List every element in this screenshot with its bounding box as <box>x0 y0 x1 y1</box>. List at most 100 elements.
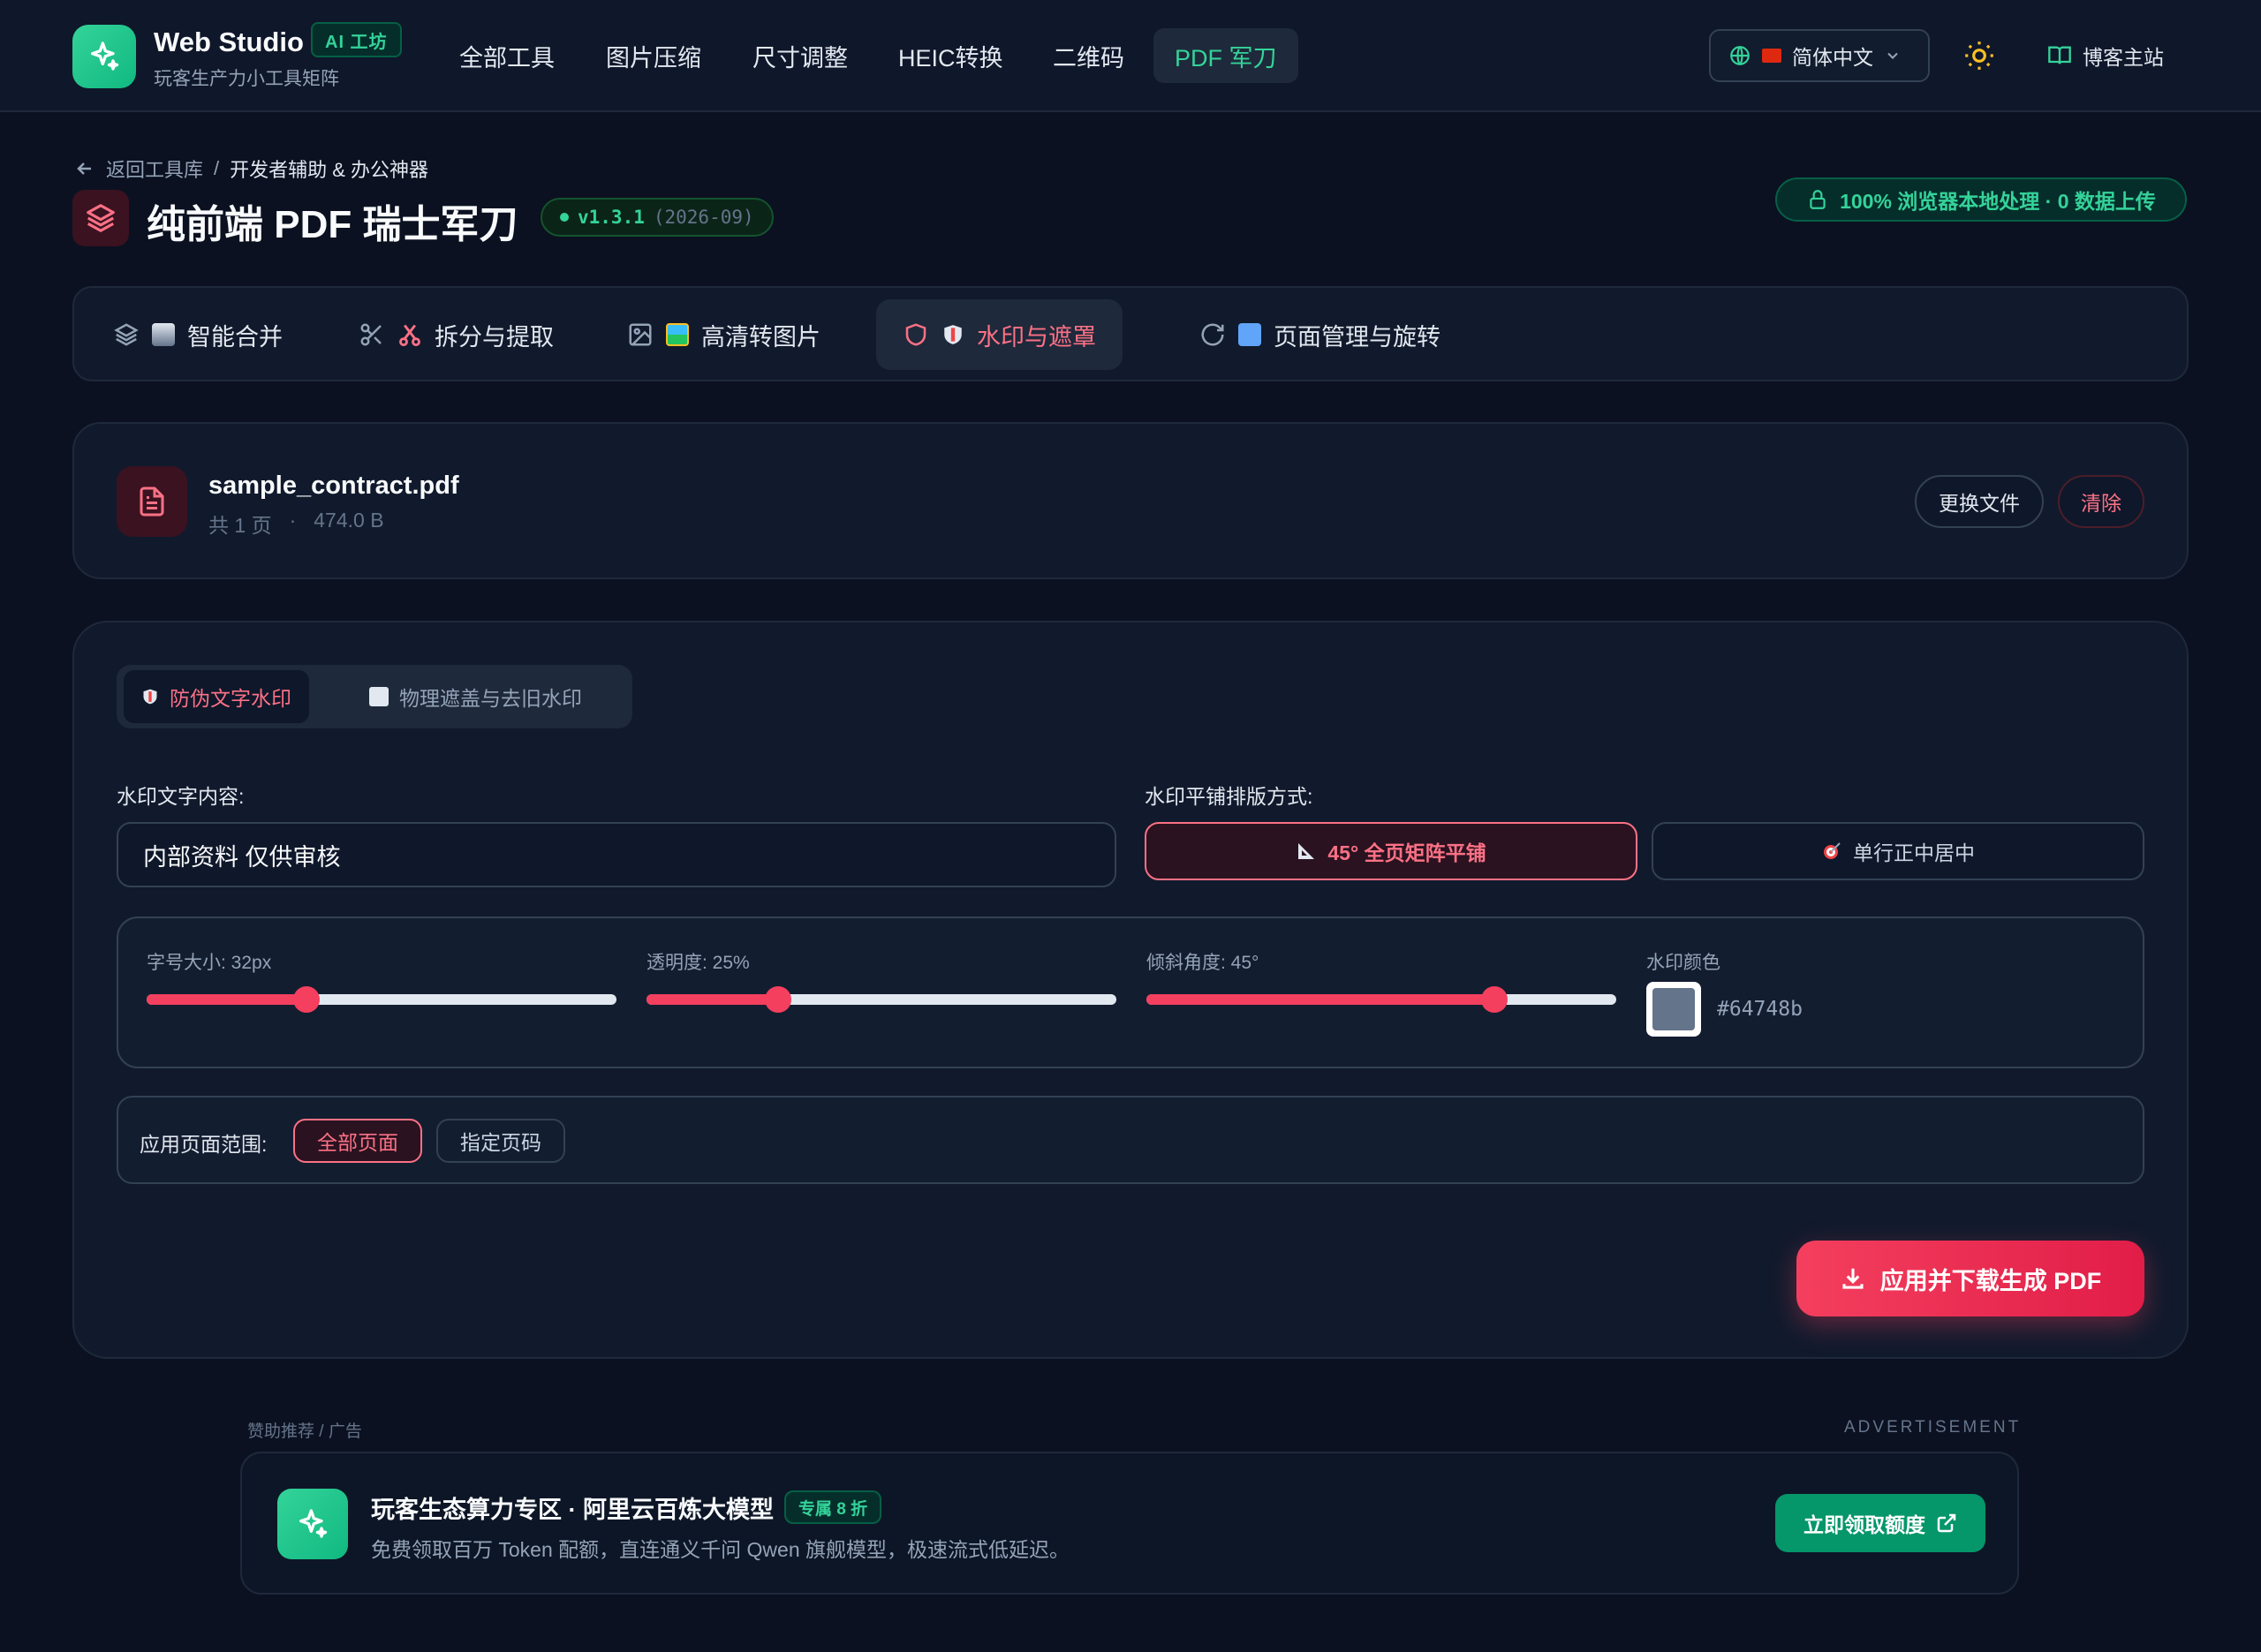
shield-emoji-icon <box>143 689 157 705</box>
ad-tag: 赞助推荐 / 广告 <box>247 1422 362 1441</box>
slider-thumb[interactable] <box>764 986 791 1013</box>
tab-label: 拆分与提取 <box>435 323 554 351</box>
layout-label: 水印平铺排版方式: <box>1145 785 1313 808</box>
color-hex: #64748b <box>1717 998 1803 1021</box>
china-flag-icon <box>1762 49 1781 63</box>
ad-title: 玩客生态算力专区 · 阿里云百炼大模型 <box>371 1497 774 1523</box>
layout-tile-45-button[interactable]: 45° 全页矩阵平铺 <box>1145 822 1637 880</box>
page-title: 纯前端 PDF 瑞士军刀 <box>147 203 518 246</box>
replace-file-button[interactable]: 更换文件 <box>1915 475 2044 528</box>
external-link-icon <box>1937 1513 1956 1533</box>
subtab-label: 防伪文字水印 <box>170 687 291 710</box>
file-text-icon <box>117 466 187 537</box>
opacity-slider[interactable] <box>647 986 1116 1013</box>
triangle-ruler-icon <box>1298 843 1315 859</box>
download-icon <box>1842 1268 1864 1289</box>
angle-label: 倾斜角度: 45° <box>1146 953 1259 973</box>
subtab-mask-remove[interactable]: 物理遮盖与去旧水印 <box>352 670 600 723</box>
tab-merge[interactable]: 智能合并 <box>87 299 309 370</box>
scissors-icon <box>360 323 382 346</box>
language-select[interactable]: 简体中文 <box>1709 29 1930 82</box>
nav-qrcode[interactable]: 二维码 <box>1032 28 1146 83</box>
ad-discount-badge: 专属 8 折 <box>784 1490 882 1524</box>
image-icon <box>629 323 652 346</box>
nav-image-compress[interactable]: 图片压缩 <box>585 28 722 83</box>
tab-split[interactable]: 拆分与提取 <box>332 299 580 370</box>
range-specific-pages-button[interactable]: 指定页码 <box>436 1119 565 1163</box>
slider-fill <box>1146 994 1494 1005</box>
clear-file-button[interactable]: 清除 <box>2058 475 2144 528</box>
tab-label: 高清转图片 <box>701 323 820 351</box>
tab-label: 水印与遮罩 <box>977 323 1096 351</box>
shield-emoji-icon <box>944 325 962 344</box>
file-emoji-icon <box>152 323 175 346</box>
font-size-slider[interactable] <box>147 986 616 1013</box>
subtab-label: 物理遮盖与去旧水印 <box>399 687 582 710</box>
layers-icon <box>114 323 139 346</box>
shield-icon <box>905 323 926 346</box>
rotate-icon <box>1201 323 1224 346</box>
slider-thumb[interactable] <box>1480 986 1508 1013</box>
slider-thumb[interactable] <box>292 986 320 1013</box>
watermark-panel: 防伪文字水印 物理遮盖与去旧水印 水印文字内容: 内部资料 仅供审核 水印平铺排… <box>72 621 2189 1359</box>
tab-label: 页面管理与旋转 <box>1274 323 1441 351</box>
sun-theme-toggle-icon[interactable] <box>1962 39 1996 72</box>
back-to-library-link[interactable]: 返回工具库 <box>106 155 203 183</box>
claim-quota-label: 立即领取额度 <box>1804 1513 1925 1536</box>
brand-title[interactable]: Web Studio <box>154 26 304 58</box>
privacy-badge-label: 100% 浏览器本地处理 · 0 数据上传 <box>1840 190 2156 213</box>
privacy-badge: 100% 浏览器本地处理 · 0 数据上传 <box>1775 177 2187 222</box>
layout-center-button[interactable]: 单行正中居中 <box>1652 822 2144 880</box>
color-label: 水印颜色 <box>1646 953 1720 973</box>
color-swatch <box>1652 988 1695 1030</box>
font-size-label: 字号大小: 32px <box>147 953 272 973</box>
nav-pdf-tool[interactable]: PDF 军刀 <box>1153 28 1298 83</box>
watermark-settings: 字号大小: 32px 透明度: 25% 倾斜角度: 45° 水印颜色 #6474… <box>117 917 2144 1068</box>
lock-icon <box>1810 190 1826 209</box>
language-label: 简体中文 <box>1792 46 1873 69</box>
page-range-settings: 应用页面范围: 全部页面 指定页码 <box>117 1096 2144 1184</box>
target-icon <box>1824 842 1841 859</box>
ad-description: 免费领取百万 Token 配额，直连通义千问 Qwen 旗舰模型，极速流式低延迟… <box>371 1538 1070 1561</box>
blog-link[interactable]: 博客主站 <box>2047 35 2164 76</box>
file-name: sample_contract.pdf <box>208 471 459 500</box>
layout-option-label: 单行正中居中 <box>1853 841 1975 864</box>
range-all-pages-button[interactable]: 全部页面 <box>293 1119 422 1163</box>
nav-resize[interactable]: 尺寸调整 <box>731 28 869 83</box>
ai-badge: AI 工坊 <box>311 22 402 57</box>
apply-download-button[interactable]: 应用并下载生成 PDF <box>1796 1241 2144 1316</box>
breadcrumb-current: 开发者辅助 & 办公神器 <box>230 159 429 181</box>
sparkle-logo-icon[interactable] <box>72 25 136 88</box>
opacity-label: 透明度: 25% <box>647 953 750 973</box>
version-date: (2026-09) <box>653 207 754 228</box>
sparkle-icon <box>277 1489 348 1559</box>
angle-slider[interactable] <box>1146 986 1616 1013</box>
ad-card[interactable]: 玩客生态算力专区 · 阿里云百炼大模型 专属 8 折 免费领取百万 Token … <box>240 1452 2019 1595</box>
watermark-mode-tabs: 防伪文字水印 物理遮盖与去旧水印 <box>117 665 632 728</box>
claim-quota-button[interactable]: 立即领取额度 <box>1775 1494 1985 1552</box>
file-size: 474.0 B <box>314 509 384 532</box>
file-page-count: 共 1 页 <box>208 514 272 537</box>
tab-to-image[interactable]: 高清转图片 <box>601 299 847 370</box>
blog-link-label: 博客主站 <box>2083 46 2164 69</box>
status-dot <box>560 213 569 222</box>
file-card: sample_contract.pdf 共 1 页 · 474.0 B 更换文件… <box>72 422 2189 579</box>
globe-icon <box>1730 46 1750 65</box>
version-number: v1.3.1 <box>578 207 645 228</box>
chevron-down-icon <box>1887 52 1898 59</box>
nav-heic[interactable]: HEIC转换 <box>877 28 1025 83</box>
subtab-text-watermark[interactable]: 防伪文字水印 <box>124 670 309 723</box>
picture-emoji-icon <box>666 323 689 346</box>
nav-all-tools[interactable]: 全部工具 <box>438 28 576 83</box>
tab-page-manage[interactable]: 页面管理与旋转 <box>1173 299 1467 370</box>
tab-watermark[interactable]: 水印与遮罩 <box>876 299 1123 370</box>
watermark-text-label: 水印文字内容: <box>117 785 245 808</box>
tab-label: 智能合并 <box>187 323 283 351</box>
white-square-icon <box>369 687 389 706</box>
arrow-left-icon[interactable] <box>74 158 95 179</box>
watermark-text-input[interactable]: 内部资料 仅供审核 <box>117 822 1116 887</box>
page-range-label: 应用页面范围: <box>140 1133 268 1156</box>
book-icon <box>2048 46 2071 64</box>
color-picker[interactable] <box>1646 982 1701 1037</box>
meta-separator: · <box>289 509 297 532</box>
